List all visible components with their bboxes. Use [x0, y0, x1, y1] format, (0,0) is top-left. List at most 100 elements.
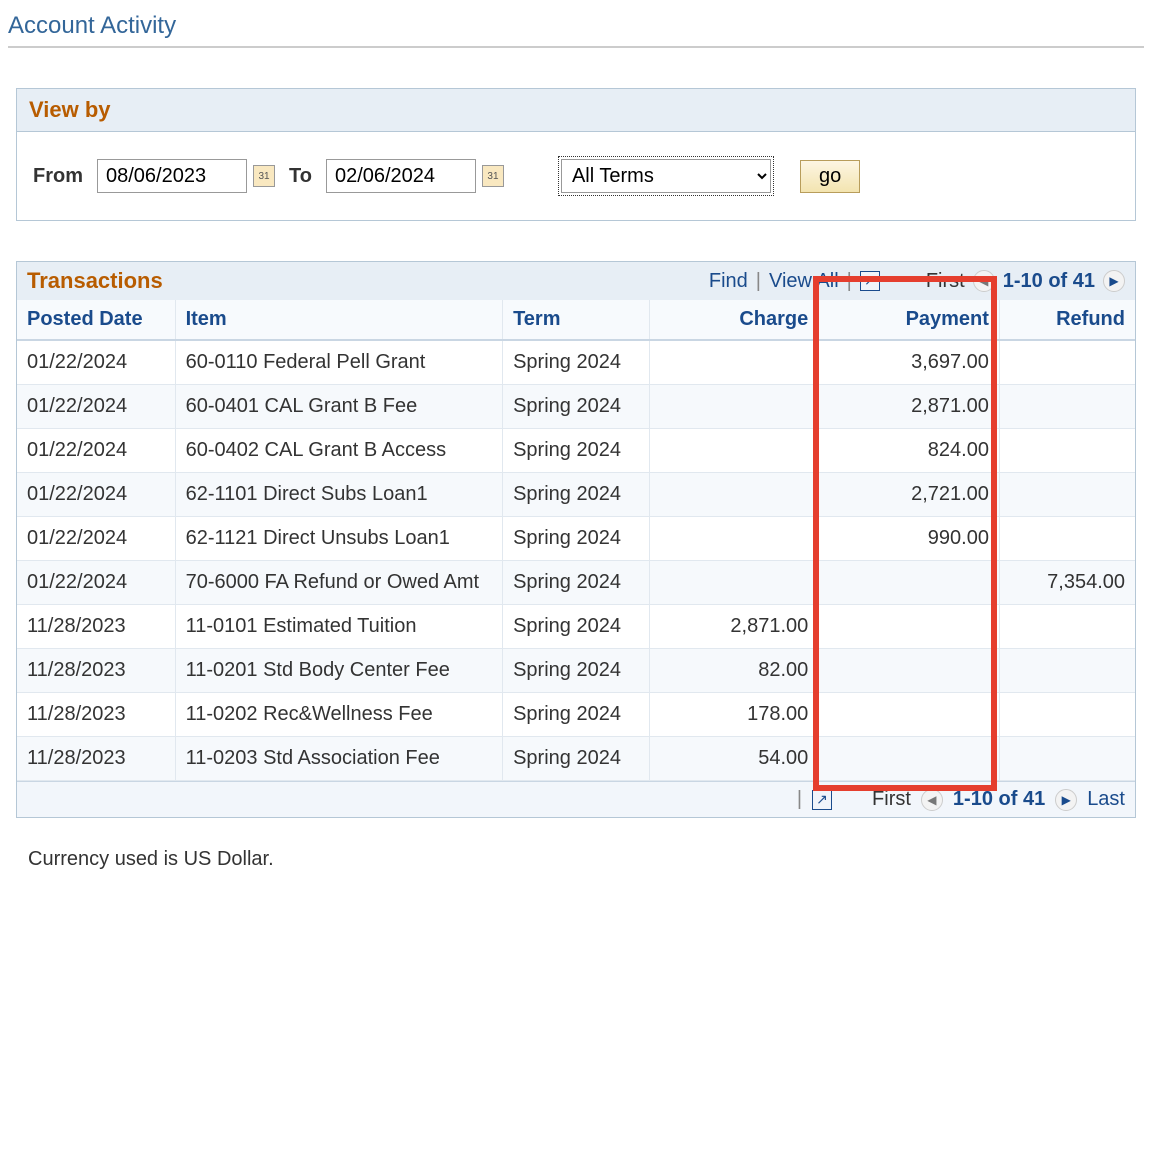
- cell-item: 11-0203 Std Association Fee: [175, 737, 502, 781]
- cell-term: Spring 2024: [503, 429, 650, 473]
- cell-payment: 824.00: [819, 429, 1000, 473]
- cell-refund: [999, 605, 1135, 649]
- cell-refund: [999, 473, 1135, 517]
- view-by-body: From 31 To 31 All Terms go: [17, 132, 1135, 220]
- cell-term: Spring 2024: [503, 693, 650, 737]
- calendar-icon[interactable]: 31: [253, 165, 275, 187]
- cell-payment: [819, 561, 1000, 605]
- cell-item: 60-0401 CAL Grant B Fee: [175, 385, 502, 429]
- currency-note: Currency used is US Dollar.: [28, 848, 1124, 871]
- find-link[interactable]: Find: [709, 270, 748, 293]
- cell-payment: 2,721.00: [819, 473, 1000, 517]
- table-row: 11/28/2023 11-0203 Std Association Fee S…: [17, 737, 1135, 781]
- transactions-table: Posted Date Item Term Charge Payment Ref…: [17, 300, 1135, 781]
- popout-icon[interactable]: ↗: [860, 271, 880, 291]
- transactions-panel: Transactions Find | View All | ↗ First ◀…: [16, 261, 1136, 818]
- cell-refund: [999, 429, 1135, 473]
- cell-charge: [649, 561, 818, 605]
- cell-payment: [819, 693, 1000, 737]
- table-row: 01/22/2024 60-0401 CAL Grant B Fee Sprin…: [17, 385, 1135, 429]
- popout-icon[interactable]: ↗: [812, 790, 832, 810]
- cell-payment: [819, 649, 1000, 693]
- cell-date: 11/28/2023: [17, 693, 175, 737]
- col-posted-date[interactable]: Posted Date: [17, 300, 175, 340]
- cell-charge: 178.00: [649, 693, 818, 737]
- transactions-title: Transactions: [27, 268, 163, 294]
- cell-date: 11/28/2023: [17, 649, 175, 693]
- cell-term: Spring 2024: [503, 473, 650, 517]
- cell-term: Spring 2024: [503, 517, 650, 561]
- cell-date: 01/22/2024: [17, 385, 175, 429]
- cell-date: 11/28/2023: [17, 605, 175, 649]
- col-item[interactable]: Item: [175, 300, 502, 340]
- cell-date: 01/22/2024: [17, 561, 175, 605]
- pager-last[interactable]: Last: [1087, 788, 1125, 811]
- transactions-toolbar: Find | View All | ↗ First ◀ 1-10 of 41 ▶: [709, 270, 1125, 293]
- term-select[interactable]: All Terms: [561, 159, 771, 193]
- cell-charge: [649, 473, 818, 517]
- pager-first: First: [926, 270, 965, 293]
- cell-item: 60-0402 CAL Grant B Access: [175, 429, 502, 473]
- table-row: 01/22/2024 60-0110 Federal Pell Grant Sp…: [17, 340, 1135, 385]
- page-title: Account Activity: [8, 12, 1144, 48]
- pager-first-bottom: First: [872, 788, 911, 811]
- cell-charge: 2,871.00: [649, 605, 818, 649]
- cell-charge: 54.00: [649, 737, 818, 781]
- cell-term: Spring 2024: [503, 737, 650, 781]
- col-charge[interactable]: Charge: [649, 300, 818, 340]
- cell-item: 11-0202 Rec&Wellness Fee: [175, 693, 502, 737]
- cell-refund: 7,354.00: [999, 561, 1135, 605]
- transactions-header: Transactions Find | View All | ↗ First ◀…: [17, 262, 1135, 300]
- table-row: 11/28/2023 11-0202 Rec&Wellness Fee Spri…: [17, 693, 1135, 737]
- separator: |: [847, 270, 852, 293]
- cell-item: 62-1101 Direct Subs Loan1: [175, 473, 502, 517]
- cell-charge: [649, 385, 818, 429]
- cell-refund: [999, 737, 1135, 781]
- cell-item: 70-6000 FA Refund or Owed Amt: [175, 561, 502, 605]
- view-all-link[interactable]: View All: [769, 270, 839, 293]
- cell-date: 01/22/2024: [17, 340, 175, 385]
- cell-payment: [819, 605, 1000, 649]
- cell-charge: 82.00: [649, 649, 818, 693]
- cell-payment: 990.00: [819, 517, 1000, 561]
- next-page-button-bottom[interactable]: ▶: [1055, 789, 1077, 811]
- cell-date: 01/22/2024: [17, 473, 175, 517]
- cell-item: 62-1121 Direct Unsubs Loan1: [175, 517, 502, 561]
- cell-term: Spring 2024: [503, 385, 650, 429]
- prev-page-button-bottom[interactable]: ◀: [921, 789, 943, 811]
- cell-refund: [999, 649, 1135, 693]
- pager-range: 1-10 of 41: [1003, 270, 1095, 293]
- cell-term: Spring 2024: [503, 649, 650, 693]
- cell-charge: [649, 429, 818, 473]
- table-row: 01/22/2024 60-0402 CAL Grant B Access Sp…: [17, 429, 1135, 473]
- view-by-header: View by: [17, 89, 1135, 132]
- col-term[interactable]: Term: [503, 300, 650, 340]
- cell-term: Spring 2024: [503, 605, 650, 649]
- cell-refund: [999, 385, 1135, 429]
- cell-payment: [819, 737, 1000, 781]
- bottom-pager: | ↗ First ◀ 1-10 of 41 ▶ Last: [17, 781, 1135, 817]
- separator: |: [797, 788, 802, 811]
- cell-item: 11-0201 Std Body Center Fee: [175, 649, 502, 693]
- next-page-button[interactable]: ▶: [1103, 270, 1125, 292]
- cell-payment: 3,697.00: [819, 340, 1000, 385]
- cell-refund: [999, 340, 1135, 385]
- cell-charge: [649, 517, 818, 561]
- col-payment[interactable]: Payment: [819, 300, 1000, 340]
- pager-range-bottom: 1-10 of 41: [953, 788, 1045, 811]
- from-date-input[interactable]: [97, 159, 247, 193]
- to-date-input[interactable]: [326, 159, 476, 193]
- cell-item: 60-0110 Federal Pell Grant: [175, 340, 502, 385]
- cell-item: 11-0101 Estimated Tuition: [175, 605, 502, 649]
- separator: |: [756, 270, 761, 293]
- col-refund[interactable]: Refund: [999, 300, 1135, 340]
- go-button[interactable]: go: [800, 160, 860, 193]
- cell-date: 01/22/2024: [17, 429, 175, 473]
- table-row: 11/28/2023 11-0201 Std Body Center Fee S…: [17, 649, 1135, 693]
- prev-page-button[interactable]: ◀: [973, 270, 995, 292]
- cell-charge: [649, 340, 818, 385]
- calendar-icon[interactable]: 31: [482, 165, 504, 187]
- view-by-panel: View by From 31 To 31 All Terms go: [16, 88, 1136, 221]
- cell-date: 01/22/2024: [17, 517, 175, 561]
- table-row: 11/28/2023 11-0101 Estimated Tuition Spr…: [17, 605, 1135, 649]
